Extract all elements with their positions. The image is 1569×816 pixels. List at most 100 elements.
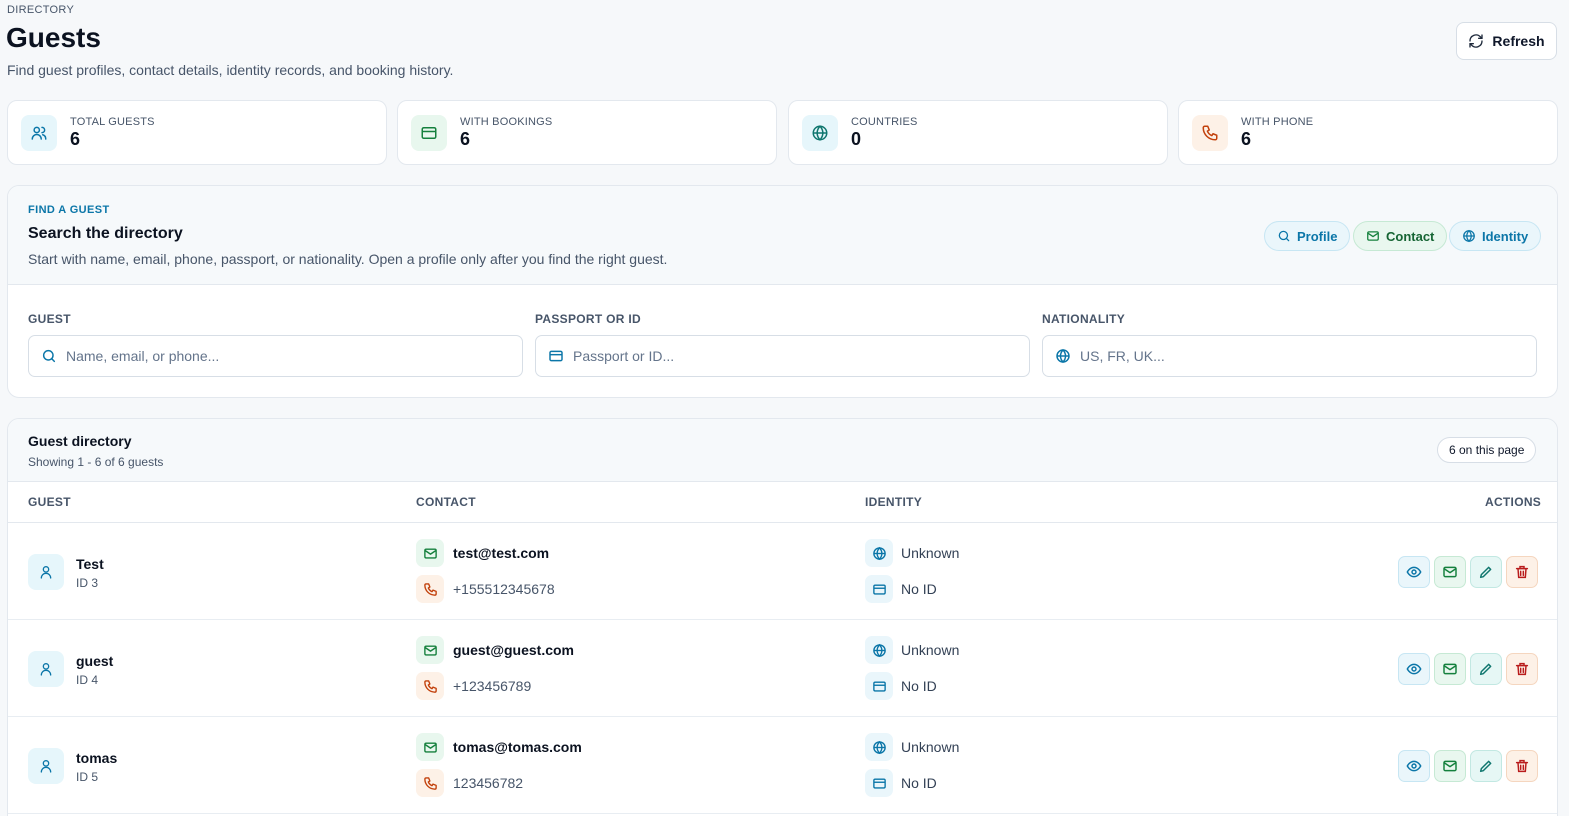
identity-filter-pill[interactable]: Identity	[1449, 221, 1542, 251]
page-eyebrow: DIRECTORY	[7, 4, 75, 16]
nationality-search-input[interactable]	[1080, 348, 1510, 364]
column-header-guest[interactable]: GUEST	[28, 495, 71, 509]
card-icon	[548, 348, 564, 364]
search-eyebrow: FIND A GUEST	[28, 204, 110, 216]
eye-icon	[1406, 564, 1422, 580]
guest-directory-panel: Guest directory Showing 1 - 6 of 6 guest…	[7, 418, 1558, 816]
globe-icon	[865, 733, 893, 761]
stat-label: TOTAL GUESTS	[70, 115, 155, 128]
globe-icon	[865, 539, 893, 567]
refresh-button[interactable]: Refresh	[1456, 22, 1557, 60]
guest-search-input[interactable]	[66, 348, 496, 364]
globe-icon	[1055, 348, 1071, 364]
table-row[interactable]: Test ID 3 test@test.com +155512345678 Un…	[8, 523, 1557, 620]
globe-icon	[1462, 229, 1476, 243]
guest-phone: +155512345678	[453, 581, 555, 597]
column-header-actions: ACTIONS	[1485, 495, 1542, 509]
stat-value: 6	[70, 128, 81, 149]
table-row[interactable]: tomas ID 5 tomas@tomas.com 123456782 Unk…	[8, 717, 1557, 814]
users-icon	[21, 114, 57, 151]
avatar	[28, 554, 64, 590]
contact-filter-pill[interactable]: Contact	[1353, 221, 1448, 251]
mail-icon	[416, 636, 444, 664]
delete-button[interactable]	[1506, 556, 1538, 588]
view-button[interactable]	[1398, 653, 1430, 685]
mail-icon	[1442, 564, 1458, 580]
column-header-identity[interactable]: IDENTITY	[865, 495, 922, 509]
directory-subtitle: Showing 1 - 6 of 6 guests	[28, 455, 164, 469]
email-button[interactable]	[1434, 653, 1466, 685]
trash-icon	[1514, 661, 1530, 677]
page-title: Guests	[6, 22, 101, 53]
view-button[interactable]	[1398, 556, 1430, 588]
view-button[interactable]	[1398, 750, 1430, 782]
guest-id: ID 4	[76, 673, 99, 687]
guest-search-field[interactable]	[28, 335, 523, 377]
guest-name[interactable]: Test	[76, 556, 104, 572]
guest-email[interactable]: tomas@tomas.com	[453, 739, 582, 755]
phone-icon	[416, 575, 444, 603]
email-button[interactable]	[1434, 750, 1466, 782]
edit-button[interactable]	[1470, 653, 1502, 685]
guest-email[interactable]: test@test.com	[453, 545, 549, 561]
search-icon	[41, 348, 57, 364]
guest-nationality: Unknown	[901, 545, 960, 561]
eye-icon	[1406, 758, 1422, 774]
mail-icon	[1366, 229, 1380, 243]
pencil-icon	[1478, 661, 1494, 677]
nationality-search-field[interactable]	[1042, 335, 1537, 377]
guest-name[interactable]: tomas	[76, 750, 117, 766]
delete-button[interactable]	[1506, 653, 1538, 685]
eye-icon	[1406, 661, 1422, 677]
guest-phone: +123456789	[453, 678, 532, 694]
card-icon	[865, 575, 893, 603]
page-subtitle: Find guest profiles, contact details, id…	[7, 62, 454, 78]
edit-button[interactable]	[1470, 750, 1502, 782]
mail-icon	[416, 733, 444, 761]
mail-icon	[1442, 758, 1458, 774]
guest-nationality: Unknown	[901, 642, 960, 658]
guest-id: ID 3	[76, 576, 99, 590]
stat-card-total-guests: TOTAL GUESTS 6	[7, 100, 387, 165]
guest-document: No ID	[901, 775, 937, 791]
phone-icon	[1192, 114, 1228, 151]
stat-label: COUNTRIES	[851, 115, 918, 128]
guest-name[interactable]: guest	[76, 653, 113, 669]
stat-label: WITH PHONE	[1241, 115, 1314, 128]
column-header-contact[interactable]: CONTACT	[416, 495, 476, 509]
avatar	[28, 748, 64, 784]
stat-label: WITH BOOKINGS	[460, 115, 553, 128]
guest-document: No ID	[901, 581, 937, 597]
directory-header	[8, 419, 1557, 482]
profile-filter-pill[interactable]: Profile	[1264, 221, 1351, 251]
passport-search-field[interactable]	[535, 335, 1030, 377]
trash-icon	[1514, 564, 1530, 580]
stat-value: 6	[1241, 128, 1252, 149]
guest-phone: 123456782	[453, 775, 524, 791]
globe-icon	[865, 636, 893, 664]
nationality-field-label: NATIONALITY	[1042, 312, 1126, 326]
mail-icon	[416, 539, 444, 567]
table-row[interactable]: guest ID 4 guest@guest.com +123456789 Un…	[8, 620, 1557, 717]
trash-icon	[1514, 758, 1530, 774]
passport-search-input[interactable]	[573, 348, 1003, 364]
pencil-icon	[1478, 564, 1494, 580]
avatar	[28, 651, 64, 687]
stat-card-with-bookings: WITH BOOKINGS 6	[397, 100, 777, 165]
edit-button[interactable]	[1470, 556, 1502, 588]
guest-id: ID 5	[76, 770, 99, 784]
refresh-label: Refresh	[1492, 33, 1545, 49]
guest-email[interactable]: guest@guest.com	[453, 642, 574, 658]
card-icon	[865, 672, 893, 700]
search-description: Start with name, email, phone, passport,…	[28, 251, 668, 267]
stat-card-countries: COUNTRIES 0	[788, 100, 1168, 165]
delete-button[interactable]	[1506, 750, 1538, 782]
phone-icon	[416, 672, 444, 700]
search-icon	[1277, 229, 1291, 243]
email-button[interactable]	[1434, 556, 1466, 588]
pill-label: Contact	[1386, 228, 1435, 244]
pencil-icon	[1478, 758, 1494, 774]
guest-nationality: Unknown	[901, 739, 960, 755]
card-icon	[865, 769, 893, 797]
card-icon	[411, 114, 447, 151]
